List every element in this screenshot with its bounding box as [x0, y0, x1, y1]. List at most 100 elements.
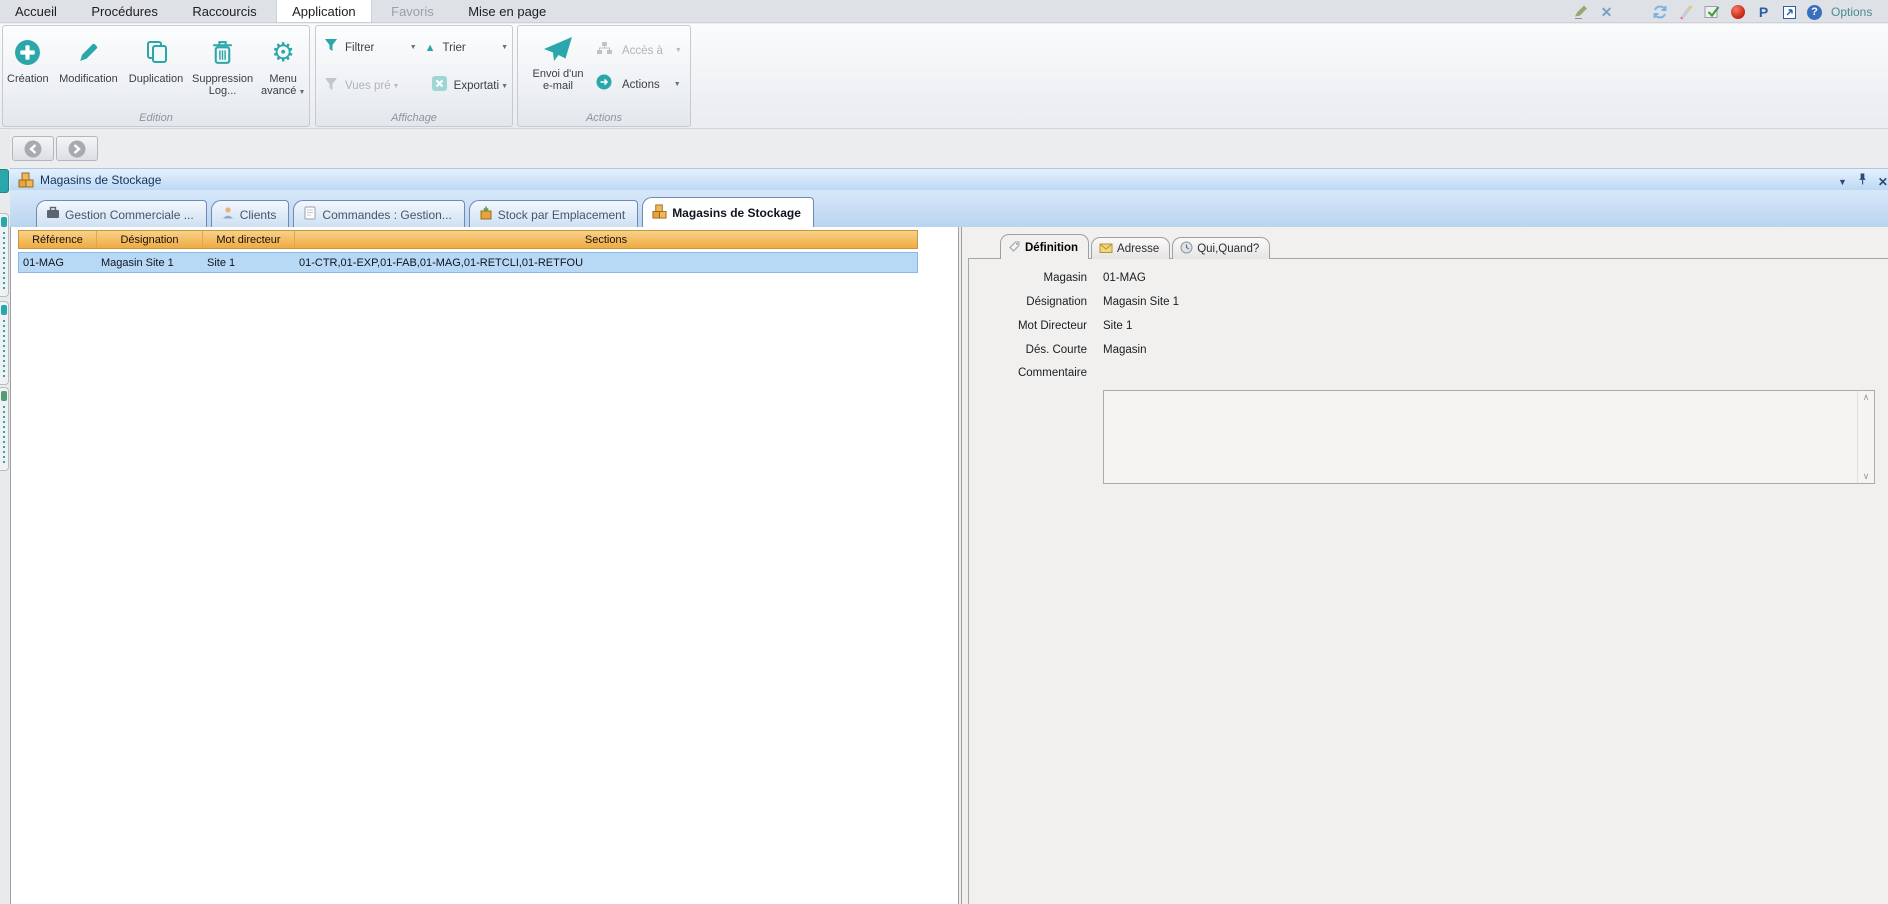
tab-definition[interactable]: Définition [1000, 234, 1089, 259]
group-label-actions: Actions [518, 112, 690, 124]
ribbon: Création Modification Duplication Suppre… [0, 24, 1888, 129]
cell-mot-directeur: Site 1 [203, 253, 295, 272]
menu-avance-button[interactable]: ⚙ Menuavancé▼ [258, 31, 308, 99]
filter-icon[interactable] [324, 38, 338, 57]
warehouse-icon [652, 204, 667, 222]
hierarchy-icon [596, 40, 612, 61]
menu-accueil[interactable]: Accueil [0, 0, 72, 22]
excel-export-icon[interactable] [432, 76, 447, 96]
warehouse-icon [18, 172, 34, 188]
briefcase-icon [46, 206, 60, 223]
pencil-icon [54, 31, 124, 73]
vues-predefinies-button: Vues pré [345, 80, 391, 92]
page-title: Magasins de Stockage [40, 173, 161, 187]
vues-dropdown-arrow: ▼ [393, 83, 400, 90]
field-value-designation: Magasin Site 1 [1103, 296, 1179, 308]
menu-raccourcis[interactable]: Raccourcis [177, 0, 271, 22]
cancel-icon[interactable]: ✕ [1598, 4, 1615, 21]
exportation-button[interactable]: Exportati [454, 80, 499, 92]
duplication-button[interactable]: Duplication [125, 31, 187, 99]
dropdown-arrow-icon: ▼ [298, 89, 305, 96]
tag-icon [1008, 240, 1021, 256]
document-title-bar: Magasins de Stockage ▼ ✕ [10, 168, 1888, 190]
tab-qui-quand[interactable]: Qui,Quand? [1172, 237, 1270, 259]
filtrer-button[interactable]: Filtrer [345, 42, 374, 54]
group-label-affichage: Affichage [316, 112, 512, 124]
field-label-des-courte: Dés. Courte [969, 344, 1087, 356]
trier-button[interactable]: Trier [443, 42, 466, 54]
forward-arrow-icon [68, 140, 86, 158]
field-label-magasin: Magasin [969, 272, 1087, 284]
menu-application[interactable]: Application [276, 0, 372, 22]
forward-button[interactable] [56, 136, 98, 161]
ribbon-group-affichage: Filtrer ▼ ▲ Trier ▼ Vues pré ▼ Exportati… [315, 25, 513, 127]
ribbon-group-edition: Création Modification Duplication Suppre… [2, 25, 310, 127]
creation-button[interactable]: Création [4, 31, 52, 99]
tab-clients[interactable]: Clients [211, 200, 290, 227]
cell-designation: Magasin Site 1 [97, 253, 203, 272]
column-header-sections[interactable]: Sections [295, 231, 917, 248]
column-header-reference[interactable]: Référence [19, 231, 97, 248]
open-window-icon[interactable] [1781, 4, 1798, 21]
field-value-magasin: 01-MAG [1103, 272, 1146, 284]
scroll-down-icon[interactable]: ∨ [1863, 472, 1870, 481]
collapsed-panel-button[interactable] [0, 169, 9, 193]
actions-button[interactable]: Actions [622, 79, 660, 91]
suppression-button[interactable]: SuppressionLog... [187, 31, 259, 99]
options-label[interactable]: Options [1831, 5, 1872, 19]
close-icon[interactable]: ✕ [1878, 175, 1888, 189]
table-row[interactable]: 01-MAG Magasin Site 1 Site 1 01-CTR,01-E… [18, 252, 918, 273]
panel-icon [1, 305, 7, 315]
person-icon [221, 206, 235, 223]
field-value-mot-directeur: Site 1 [1103, 320, 1132, 332]
collapsed-side-panel-strip [0, 131, 10, 904]
filter-disabled-icon [324, 77, 338, 96]
letter-p-icon[interactable]: P [1755, 4, 1772, 21]
acces-dropdown-arrow: ▼ [675, 47, 682, 54]
collapsed-panel-tab[interactable] [0, 387, 9, 471]
pin-icon[interactable] [1857, 172, 1868, 191]
exportation-dropdown-arrow[interactable]: ▼ [501, 83, 508, 90]
panel-icon [1, 391, 7, 401]
sort-asc-icon[interactable]: ▲ [425, 42, 436, 54]
field-label-mot-directeur: Mot Directeur [969, 320, 1087, 332]
field-label-designation: Désignation [969, 296, 1087, 308]
acces-a-button: Accès à [622, 45, 663, 57]
commentaire-scrollbar[interactable]: ∧ ∨ [1857, 391, 1874, 483]
titlebar-menu-caret-icon[interactable]: ▼ [1838, 177, 1847, 187]
filtrer-dropdown-arrow[interactable]: ▼ [410, 44, 417, 51]
trier-dropdown-arrow[interactable]: ▼ [501, 44, 508, 51]
column-header-designation[interactable]: Désignation [97, 231, 203, 248]
tab-adresse[interactable]: Adresse [1091, 237, 1170, 259]
column-header-mot-directeur[interactable]: Mot directeur [203, 231, 295, 248]
record-icon[interactable] [1729, 4, 1746, 21]
menu-mise-en-page[interactable]: Mise en page [453, 0, 561, 22]
field-value-des-courte: Magasin [1103, 344, 1146, 356]
table-header: Référence Désignation Mot directeur Sect… [18, 230, 918, 249]
detail-page: Magasin 01-MAG Désignation Magasin Site … [968, 258, 1888, 904]
refresh-icon[interactable] [1651, 4, 1668, 21]
window-check-icon[interactable] [1703, 4, 1720, 21]
collapsed-panel-tab[interactable] [0, 213, 9, 297]
tab-magasins-de-stockage[interactable]: Magasins de Stockage [642, 197, 814, 227]
scroll-up-icon[interactable]: ∧ [1863, 393, 1870, 402]
collapsed-panel-tab[interactable] [0, 301, 9, 385]
arrow-circle-icon[interactable] [596, 74, 612, 95]
ribbon-group-actions: Envoi d'une-mail Accès à ▼ Actions ▼ Act… [517, 25, 691, 127]
signature-pen-icon[interactable] [1572, 4, 1589, 21]
help-icon[interactable]: ? [1807, 5, 1822, 20]
envelope-icon [1099, 242, 1113, 257]
stock-box-icon [479, 206, 493, 223]
modification-button[interactable]: Modification [52, 31, 126, 99]
tab-gestion-commerciale[interactable]: Gestion Commerciale ... [36, 200, 207, 227]
envoi-email-button[interactable]: Envoi d'une-mail [526, 30, 590, 92]
actions-dropdown-arrow[interactable]: ▼ [674, 81, 681, 88]
tab-stock-par-emplacement[interactable]: Stock par Emplacement [469, 200, 638, 227]
copy-pages-icon [127, 31, 185, 73]
highlighter-icon[interactable] [1677, 4, 1694, 21]
commentaire-textarea[interactable]: ∧ ∨ [1103, 390, 1875, 484]
commentaire-text [1105, 392, 1856, 482]
tab-commandes-gestion[interactable]: Commandes : Gestion... [293, 200, 464, 227]
back-button[interactable] [12, 136, 54, 161]
menu-procedures[interactable]: Procédures [76, 0, 172, 22]
